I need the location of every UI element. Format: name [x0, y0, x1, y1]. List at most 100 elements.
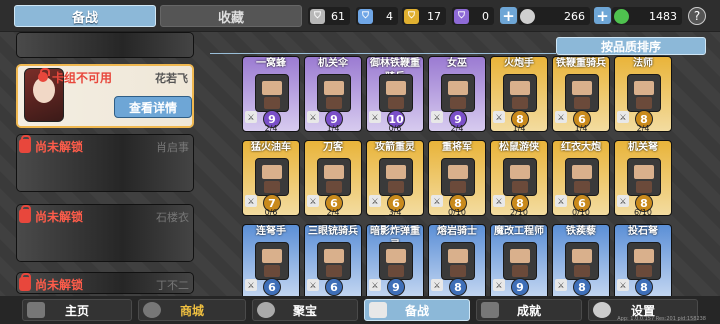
- lock-label: 尚未解锁: [35, 209, 84, 224]
- deck-slot-3[interactable]: 尚未解锁 石楼衣: [16, 204, 194, 262]
- tab-collection[interactable]: 收藏: [160, 5, 302, 27]
- coin-value: 266: [564, 9, 585, 23]
- unit-card[interactable]: 机关伞 ⚔ 9 1/4: [304, 56, 362, 132]
- card-progress: 1/4: [326, 124, 340, 132]
- deck-slot-4[interactable]: 尚未解锁 丁不二: [16, 272, 194, 294]
- tab-prepare[interactable]: 备战: [14, 5, 156, 27]
- card-name: 火炮手: [504, 58, 534, 69]
- unit-card[interactable]: 投石弩 ⚔ 8: [614, 224, 672, 300]
- deck-slot-2[interactable]: 尚未解锁 肖启事: [16, 134, 194, 192]
- resource-blue-value: 4: [386, 9, 393, 23]
- nav-prepare-label: 备战: [404, 303, 429, 318]
- nav-treasure[interactable]: 聚宝: [252, 299, 358, 321]
- card-progress: 1/4: [574, 124, 588, 132]
- unit-card[interactable]: 御林铁鞭重骑兵⚔100/6: [366, 56, 424, 132]
- help-button[interactable]: ?: [688, 7, 706, 25]
- card-cost: 8: [449, 278, 467, 296]
- card-progress: 2/4: [636, 124, 650, 132]
- view-details-button[interactable]: 查看详情: [114, 96, 192, 118]
- nav-home[interactable]: 主页: [22, 299, 132, 321]
- unit-figure: [503, 158, 537, 196]
- unit-card[interactable]: 机关弩 ⚔ 8 6/10: [614, 140, 672, 216]
- card-progress: 2/4: [326, 208, 340, 216]
- unit-card[interactable]: 松鼠游侠 ⚔ 8 2/10: [490, 140, 548, 216]
- nav-treasure-label: 聚宝: [292, 303, 317, 318]
- resource-silver-value: 61: [331, 9, 345, 23]
- nav-shop[interactable]: 商城: [138, 299, 246, 321]
- unit-figure: [441, 74, 475, 112]
- unit-card[interactable]: 火炮手 ⚔ 8 1/4: [490, 56, 548, 132]
- slot-art: [17, 33, 193, 57]
- home-icon: [27, 302, 45, 318]
- card-progress: 0/10: [572, 208, 590, 216]
- warning-icon: [38, 68, 50, 82]
- lock-status: 尚未解锁: [19, 205, 84, 224]
- card-name: 御林铁鞭重骑兵: [370, 58, 420, 83]
- card-progress: 0/10: [448, 208, 466, 216]
- card-type-icon: ⚔: [431, 195, 443, 207]
- card-name: 重将军: [442, 142, 472, 153]
- card-type-icon: ⚔: [369, 195, 381, 207]
- unit-card[interactable]: 法师 ⚔ 8 2/4: [614, 56, 672, 132]
- unit-card[interactable]: 熔岩骑士 ⚔ 8: [428, 224, 486, 300]
- unit-figure: [565, 242, 599, 280]
- unit-card[interactable]: 红衣大炮 ⚔ 6 0/10: [552, 140, 610, 216]
- nav-prepare[interactable]: 备战: [364, 299, 470, 321]
- lock-status: 尚未解锁: [19, 273, 83, 292]
- unit-figure: [317, 74, 351, 112]
- unit-figure: [627, 158, 661, 196]
- card-name: 魔改工程师: [494, 226, 544, 237]
- card-name: 暗影炸弹重灵: [370, 226, 420, 251]
- unit-card[interactable]: 一窝蜂 ⚔ 9 2/4: [242, 56, 300, 132]
- unit-card[interactable]: 女巫 ⚔ 9 2/4: [428, 56, 486, 132]
- card-progress: 2/4: [264, 124, 278, 132]
- unit-card[interactable]: 铁蒺藜 ⚔ 8: [552, 224, 610, 300]
- unit-figure: [317, 158, 351, 196]
- hero-name: 肖启事: [156, 141, 189, 154]
- card-name: 三眼铳骑兵: [308, 226, 358, 237]
- unit-card[interactable]: 猛火油车 ⚔ 7 0/6: [242, 140, 300, 216]
- slot-partial-top: [16, 32, 194, 58]
- card-type-icon: ⚔: [555, 111, 567, 123]
- resource-gold: ⛉ 17: [402, 7, 446, 25]
- unit-card[interactable]: 重将军 ⚔ 8 0/10: [428, 140, 486, 216]
- unit-figure: [503, 242, 537, 280]
- unit-card[interactable]: 刀客 ⚔ 6 2/4: [304, 140, 362, 216]
- treasure-icon: [257, 302, 275, 318]
- shop-icon: [143, 302, 161, 318]
- card-name: 攻箭重灵: [375, 142, 415, 153]
- card-progress: 0/6: [388, 124, 402, 132]
- resource-blue: ⛉ 4: [356, 7, 398, 25]
- purple-shield-icon: ⛉: [454, 8, 469, 24]
- unit-figure: [441, 242, 475, 280]
- coin-counter: 266: [518, 7, 590, 25]
- gear-icon: [593, 302, 611, 318]
- resource-purple: ⛉ 0: [452, 7, 494, 25]
- card-name: 红衣大炮: [561, 142, 601, 153]
- nav-home-label: 主页: [64, 303, 89, 318]
- add-gems-button[interactable]: +: [594, 7, 611, 25]
- unit-figure: [565, 74, 599, 112]
- unit-card[interactable]: 铁鞭重骑兵 ⚔ 6 1/4: [552, 56, 610, 132]
- card-cost: 6: [325, 278, 343, 296]
- deck-slot-1[interactable]: 卡组不可用 花若飞 查看详情: [16, 64, 194, 128]
- unit-card[interactable]: 暗影炸弹重灵 ⚔ 9: [366, 224, 424, 300]
- card-type-icon: ⚔: [431, 279, 443, 291]
- silver-shield-icon: ⛉: [310, 8, 325, 24]
- sort-by-quality-button[interactable]: 按品质排序: [556, 37, 706, 55]
- card-cost: 9: [511, 278, 529, 296]
- card-type-icon: ⚔: [617, 111, 629, 123]
- unit-card[interactable]: 三眼铳骑兵 ⚔ 6: [304, 224, 362, 300]
- unit-card[interactable]: 魔改工程师 ⚔ 9: [490, 224, 548, 300]
- unit-card[interactable]: 连弩手 ⚔ 6: [242, 224, 300, 300]
- card-progress: 3/4: [388, 208, 402, 216]
- cards-icon: [369, 302, 387, 318]
- unit-figure: [627, 242, 661, 280]
- hero-name: 丁不二: [156, 279, 189, 292]
- top-bar: 备战 收藏 ⛉ 61 ⛉ 4 ⛉ 17 ⛉ 0 + 266 + 1483 ?: [0, 0, 720, 32]
- card-type-icon: ⚔: [493, 111, 505, 123]
- nav-achievements[interactable]: 成就: [476, 299, 582, 321]
- gem-counter: 1483: [612, 7, 682, 25]
- unit-card[interactable]: 攻箭重灵 ⚔ 6 3/4: [366, 140, 424, 216]
- add-coins-button[interactable]: +: [500, 7, 517, 25]
